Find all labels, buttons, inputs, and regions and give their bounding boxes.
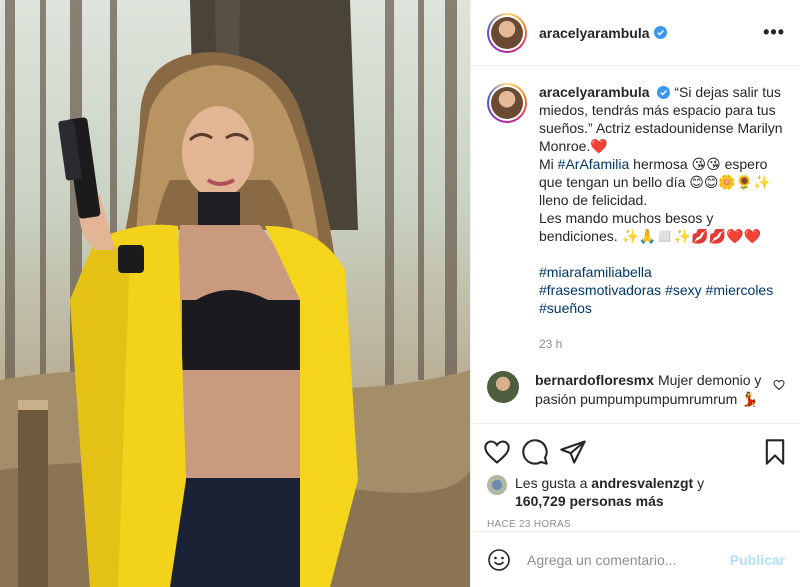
caption-paragraph-2: Mi #ArAfamilia hermosa 😘😘 espero que ten… [539,155,785,209]
add-comment-bar: Publicar [471,531,800,587]
comment-input[interactable] [527,551,717,568]
commenter-avatar[interactable] [487,371,519,403]
author-username[interactable]: aracelyarambula [539,25,650,41]
save-bookmark-icon[interactable] [761,438,789,466]
hashtag[interactable]: #frasesmotivadoras [539,282,661,298]
caption-text: aracelyarambula “Si dejas salir tus mied… [539,83,785,353]
comment-like-heart-icon[interactable] [773,379,785,391]
comments-area[interactable]: aracelyarambula “Si dejas salir tus mied… [471,67,800,423]
action-icon-row [471,424,800,470]
commenter-username[interactable]: bernardofloresmx [535,372,654,388]
publish-button[interactable]: Publicar [730,552,785,568]
like-heart-icon[interactable] [483,438,511,466]
hashtag[interactable]: #miercoles [706,282,774,298]
caption-p2-prefix: Mi [539,156,558,172]
likes-count[interactable]: 160,729 personas más [515,493,664,509]
share-paper-plane-icon[interactable] [559,438,587,466]
likes-summary: Les gusta a andresvalenzgt y 160,729 per… [471,470,800,510]
likes-text: Les gusta a andresvalenzgt y 160,729 per… [515,474,704,510]
caption-avatar-story-ring[interactable] [487,83,527,123]
verified-badge-icon [653,26,667,39]
caption-author-avatar[interactable] [491,87,523,119]
more-options-icon[interactable]: ••• [763,22,785,43]
hashtag-arafamilia[interactable]: #ArAfamilia [558,156,630,172]
likes-prefix: Les gusta a [515,475,592,491]
caption-author[interactable]: aracelyarambula [539,84,650,100]
post-actions: Les gusta a andresvalenzgt y 160,729 per… [471,423,800,587]
hashtag[interactable]: #sexy [665,282,702,298]
likes-joiner: y [693,475,705,491]
hashtag[interactable]: #sueños [539,300,592,316]
caption-time[interactable]: 23 h [539,335,785,353]
hashtag[interactable]: #miarafamiliabella [539,264,652,280]
caption-hashtags: #miarafamiliabella #frasesmotivadoras #s… [539,263,785,317]
comment-text: bernardofloresmx Mujer demonio y pasión … [535,371,765,409]
caption-verified-badge-icon [657,86,671,99]
post-date[interactable]: HACE 23 HORAS [471,510,800,530]
comment-bubble-icon[interactable] [521,438,549,466]
instagram-post: aracelyarambula ••• aracelyarambula “Si … [0,0,800,587]
caption-paragraph-3: Les mando muchos besos y bendiciones. ✨🙏… [539,210,761,244]
comment-row: bernardofloresmx Mujer demonio y pasión … [487,371,785,409]
liker-avatar[interactable] [487,475,507,495]
post-side-panel: aracelyarambula ••• aracelyarambula “Si … [470,0,800,587]
post-photo-illustration [0,0,470,587]
post-header: aracelyarambula ••• [471,0,800,66]
liker-username[interactable]: andresvalenzgt [591,475,693,491]
caption: aracelyarambula “Si dejas salir tus mied… [487,83,785,353]
emoji-smile-icon[interactable] [487,548,511,572]
author-avatar-story-ring[interactable] [487,12,527,53]
post-photo[interactable] [0,0,470,587]
author-avatar[interactable] [491,16,523,49]
